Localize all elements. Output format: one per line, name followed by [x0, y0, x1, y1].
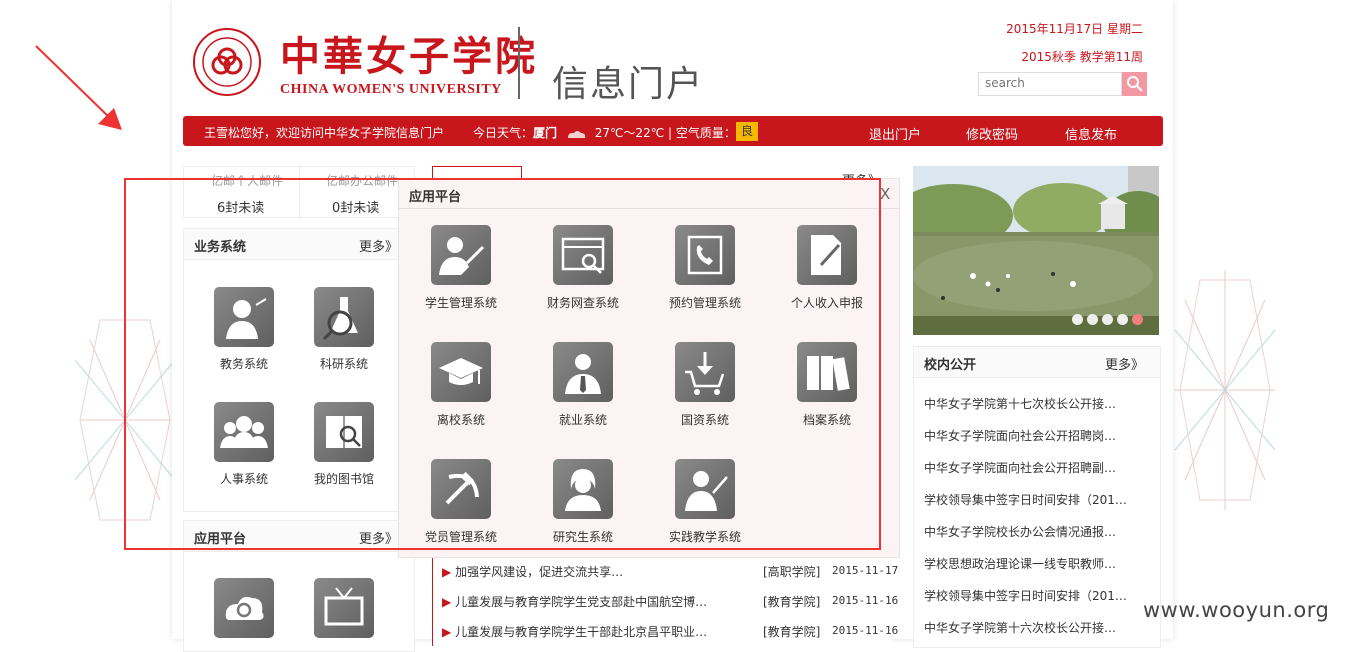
news-dept: [高职学院] [763, 565, 821, 579]
carousel-dot-4[interactable] [1117, 314, 1128, 325]
air-quality-badge: 良 [736, 122, 758, 141]
search-icon [1127, 76, 1143, 92]
teaching-week: 2015秋季 教学第11周 [1021, 50, 1143, 64]
cloud-sync-icon [225, 596, 264, 620]
weather-temperature: 27℃～22℃ [594, 126, 665, 140]
news-item-2[interactable]: ▶ 儿童发展与教育学院学生党支部赴中国航空博… [442, 593, 707, 610]
news-item-1[interactable]: ▶ 加强学风建设，促进交流共享… [442, 563, 623, 580]
news-dept: [教育学院] [763, 595, 821, 609]
public-info-item-2[interactable]: 中华女子学院面向社会公开招聘岗… [924, 427, 1116, 444]
news-bullet-icon: ▶ [442, 565, 452, 579]
weather-info: 今日天气：厦门 27℃～22℃ | 空气质量： [473, 126, 736, 140]
campus-photo [913, 166, 1159, 335]
news-bullet-icon: ▶ [442, 625, 452, 639]
close-icon[interactable]: X [880, 185, 890, 203]
public-info-item-8[interactable]: 中华女子学院第十六次校长公开接… [924, 619, 1116, 636]
news-item-3[interactable]: ▶ 儿童发展与教育学院学生干部赴北京昌平职业… [442, 623, 707, 640]
cloud-icon [567, 130, 586, 138]
news-bullet-icon: ▶ [442, 595, 452, 609]
top-navbar: 王雪松您好，欢迎访问中华女子学院信息门户 今日天气：厦门 27℃～22℃ | 空… [183, 116, 1163, 146]
search-button[interactable] [1122, 72, 1147, 96]
news-date: 2015-11-17 [832, 564, 899, 577]
news-title: 儿童发展与教育学院学生党支部赴中国航空博… [455, 595, 708, 609]
public-info-item-3[interactable]: 中华女子学院面向社会公开招聘副… [924, 459, 1116, 476]
carousel-dot-3[interactable] [1102, 314, 1113, 325]
publish-info-link[interactable]: 信息发布 [1065, 124, 1117, 143]
news-title: 加强学风建设，促进交流共享… [455, 565, 624, 579]
tv-button[interactable] [314, 578, 374, 638]
air-quality-label: 空气质量： [675, 126, 736, 140]
public-info-item-6[interactable]: 学校思想政治理论课一线专职教师… [924, 555, 1116, 572]
change-password-link[interactable]: 修改密码 [966, 124, 1018, 143]
university-name-cn: 中華女子学院 [280, 33, 538, 80]
university-name-en: CHINA WOMEN'S UNIVERSITY [280, 82, 502, 97]
cloud-sync-button[interactable] [214, 578, 274, 638]
highlight-annotation-box [124, 178, 881, 550]
search-box [978, 72, 1122, 96]
header-divider [518, 27, 520, 99]
weather-label: 今日天气： [473, 126, 534, 140]
university-seal-logo [193, 28, 261, 96]
public-info-more-link[interactable]: 更多》 [1105, 354, 1144, 373]
public-info-title: 校内公开 [924, 358, 977, 373]
weather-city: 厦门 [533, 126, 558, 140]
background-pattern-right [1174, 270, 1276, 510]
public-info-item-4[interactable]: 学校领导集中签字日时间安排（201… [924, 491, 1127, 508]
tv-icon [324, 587, 364, 626]
carousel-dot-2[interactable] [1087, 314, 1098, 325]
search-input[interactable] [979, 73, 1121, 93]
public-info-item-1[interactable]: 中华女子学院第十七次校长公开接… [924, 395, 1116, 412]
public-info-item-7[interactable]: 学校领导集中签字日时间安排（201… [924, 587, 1127, 604]
news-list-accent [432, 546, 433, 646]
logout-link[interactable]: 退出门户 [869, 124, 921, 143]
carousel-dot-1[interactable] [1072, 314, 1083, 325]
news-title: 儿童发展与教育学院学生干部赴北京昌平职业… [455, 625, 708, 639]
news-dept: [教育学院] [763, 625, 821, 639]
public-info-item-5[interactable]: 中华女子学院校长办公会情况通报… [924, 523, 1116, 540]
public-info-panel: 校内公开 更多》 中华女子学院第十七次校长公开接… 中华女子学院面向社会公开招聘… [913, 346, 1161, 648]
news-date: 2015-11-16 [832, 624, 899, 637]
welcome-text: 王雪松您好，欢迎访问中华女子学院信息门户 [204, 126, 445, 140]
current-date: 2015年11月17日 星期二 [1006, 22, 1143, 36]
carousel-dot-5[interactable] [1132, 314, 1143, 325]
public-info-header: 校内公开 更多》 [914, 347, 1160, 378]
annotation-arrow-left [35, 45, 122, 130]
page-title: 信息门户 [552, 64, 705, 105]
news-date: 2015-11-16 [832, 594, 899, 607]
watermark: www.wooyun.org [1143, 598, 1330, 622]
